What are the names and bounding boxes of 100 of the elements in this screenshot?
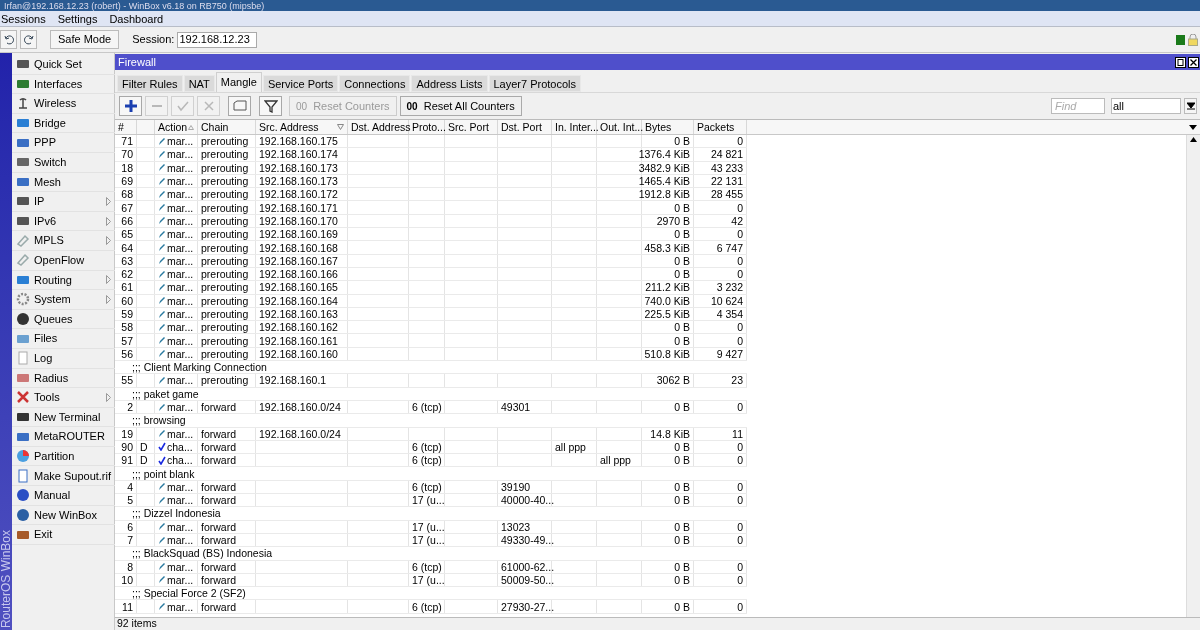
scroll-up-icon[interactable] [1190,137,1197,142]
table-row[interactable]: 90 D cha... forward 6 (tcp) all ppp 0 B 0 [115,440,747,455]
table-row[interactable]: 61 mar... prerouting 192.168.160.165 211.2 KiB 3 232 [115,281,747,295]
table-cell: forward [201,560,236,573]
table-cell: mar... [167,214,194,227]
column-menu-icon[interactable] [1189,124,1197,130]
table-cell: prerouting [201,161,249,174]
table-row[interactable]: 68 mar... prerouting 192.168.160.172 1912.8 KiB 28 455 [115,188,747,202]
close-icon[interactable] [1188,56,1199,68]
safe-mode-button[interactable]: Safe Mode [50,30,120,49]
redo-button[interactable] [20,30,37,49]
dropdown-button[interactable] [1184,98,1197,114]
table-row[interactable]: 5 mar... forward 17 (u... 40000-40... 0 B 0 [115,494,747,508]
table-cell: mar... [167,374,194,387]
column-header[interactable]: Dst. Address [348,120,409,134]
table-row[interactable]: 57 mar... prerouting 192.168.160.161 0 B 0 [115,334,747,348]
table-cell: prerouting [201,294,249,307]
tab[interactable]: Mangle [215,72,262,92]
table-cell: 27930-27... [501,600,555,613]
filter-select[interactable]: all [1111,98,1181,114]
find-field[interactable]: Find [1051,98,1105,114]
reset-counters-button[interactable]: 00 Reset All Counters [399,96,522,116]
menu-item[interactable]: Sessions [0,11,47,26]
table-cell: 211.2 KiB [645,281,690,294]
table-row[interactable]: 63 mar... prerouting 192.168.160.167 0 B 0 [115,254,747,268]
table-cell: 1912.8 KiB [638,188,690,201]
tab[interactable]: NAT [183,75,215,92]
table-cell: 0 B [674,334,690,347]
table-row[interactable]: 11 mar... forward 6 (tcp) 27930-27... 0 B 0 [115,600,747,614]
undo-button[interactable] [0,30,17,49]
table-cell: 42 [731,214,743,227]
table-cell: 61000-62... [501,560,555,573]
column-header[interactable]: Src. Port [445,120,498,134]
tab[interactable]: Layer7 Protocols [488,75,582,92]
tab[interactable]: Filter Rules [117,75,183,92]
table-row[interactable]: 69 mar... prerouting 192.168.160.173 1465.4 KiB 22 131 [115,174,747,189]
table-cell: 0 B [674,534,690,547]
table-cell: 50009-50... [501,573,555,586]
column-header[interactable]: Packets [694,120,747,134]
table-row[interactable]: 7 mar... forward 17 (u... 49330-49... 0 B 0 [115,533,747,548]
tab[interactable]: Address Lists [411,75,488,92]
table-row[interactable]: 18 mar... prerouting 192.168.160.173 3482.9 KiB 43 233 [115,161,747,175]
table-cell: 192.168.160.173 [259,161,338,174]
table-row[interactable]: 71 mar... prerouting 192.168.160.175 0 B 0 [115,135,747,149]
table-row[interactable]: 6 mar... forward 17 (u... 13023 0 B 0 [115,520,747,534]
table-row[interactable]: 8 mar... forward 6 (tcp) 61000-62... 0 B 0 [115,560,747,574]
column-header[interactable]: Action [155,120,198,134]
restore-icon[interactable] [1175,56,1186,68]
table-cell: 0 [737,560,743,573]
filter-button[interactable] [259,96,282,116]
tab[interactable]: Service Ports [262,75,339,92]
menu-item[interactable]: Settings [56,11,99,26]
table-row[interactable]: 56 mar... prerouting 192.168.160.160 510.8 KiB 9 427 [115,347,747,362]
table-row[interactable]: 4 mar... forward 6 (tcp) 39190 0 B 0 [115,480,747,494]
menu-item[interactable]: Dashboard [108,11,165,26]
table-cell: 0 [737,534,743,547]
table-cell: mar... [167,560,194,573]
table-row[interactable]: 65 mar... prerouting 192.168.160.169 0 B 0 [115,228,747,242]
caret-icon [1186,102,1195,110]
column-header[interactable]: In. Inter... [552,120,597,134]
table-cell: 28 455 [710,188,743,201]
table-cell: 192.168.160.166 [259,268,338,281]
table-row[interactable]: 91 D cha... forward 6 (tcp) all ppp 0 B 0 [115,454,747,468]
column-header[interactable]: Out. Int... [597,120,642,134]
table-row[interactable]: 62 mar... prerouting 192.168.160.166 0 B 0 [115,267,747,282]
tag-icon [16,233,30,248]
session-label: Session: [132,32,175,48]
column-header[interactable]: Proto... [409,120,445,134]
pencil-icon [158,429,166,439]
tab[interactable]: Connections [339,75,411,92]
column-header[interactable]: Dst. Port [498,120,552,134]
table-row[interactable]: 2 mar... forward 192.168.160.0/24 6 (tcp) 49301 0 B 0 [115,400,747,415]
table-row[interactable]: 10 mar... forward 17 (u... 50009-50... 0 B 0 [115,573,747,588]
table-row[interactable]: 19 mar... forward 192.168.160.0/24 14.8 KiB 11 [115,427,747,441]
table-cell: mar... [167,494,194,507]
table-row[interactable]: 70 mar... prerouting 192.168.160.174 1376.4 KiB 24 821 [115,148,747,162]
table-row[interactable]: 59 mar... prerouting 192.168.160.163 225.5 KiB 4 354 [115,307,747,322]
table-cell: 0 B [674,201,690,214]
table-cell: 60 [121,294,133,307]
table-cell: 49301 [501,401,531,414]
column-header[interactable]: Src. Address [256,120,348,134]
table-row[interactable]: 66 mar... prerouting 192.168.160.170 2970 B 42 [115,214,747,229]
table-cell: 0 B [674,321,690,334]
pencil-icon [158,376,166,385]
table-row[interactable]: 64 mar... prerouting 192.168.160.168 458.3 KiB 6 747 [115,241,747,255]
table-cell: 192.168.160.170 [259,214,338,227]
column-header[interactable]: # [115,120,137,134]
table-cell: forward [201,454,236,467]
add-button[interactable] [119,96,142,116]
table-cell: 10 624 [710,294,743,307]
table-row[interactable]: 55 mar... prerouting 192.168.160.1 3062 B 23 [115,374,747,388]
table-row[interactable]: 67 mar... prerouting 192.168.160.171 0 B 0 [115,201,747,215]
column-header[interactable]: Chain [198,120,256,134]
table-cell: 192.168.160.162 [259,321,338,334]
table-row[interactable]: 60 mar... prerouting 192.168.160.164 740.0 KiB 10 624 [115,294,747,308]
table-cell: mar... [167,201,194,214]
column-header[interactable]: Bytes [642,120,694,134]
session-field[interactable]: 192.168.12.23 [177,31,258,48]
table-row[interactable]: 58 mar... prerouting 192.168.160.162 0 B 0 [115,321,747,335]
table-cell: mar... [167,254,194,267]
